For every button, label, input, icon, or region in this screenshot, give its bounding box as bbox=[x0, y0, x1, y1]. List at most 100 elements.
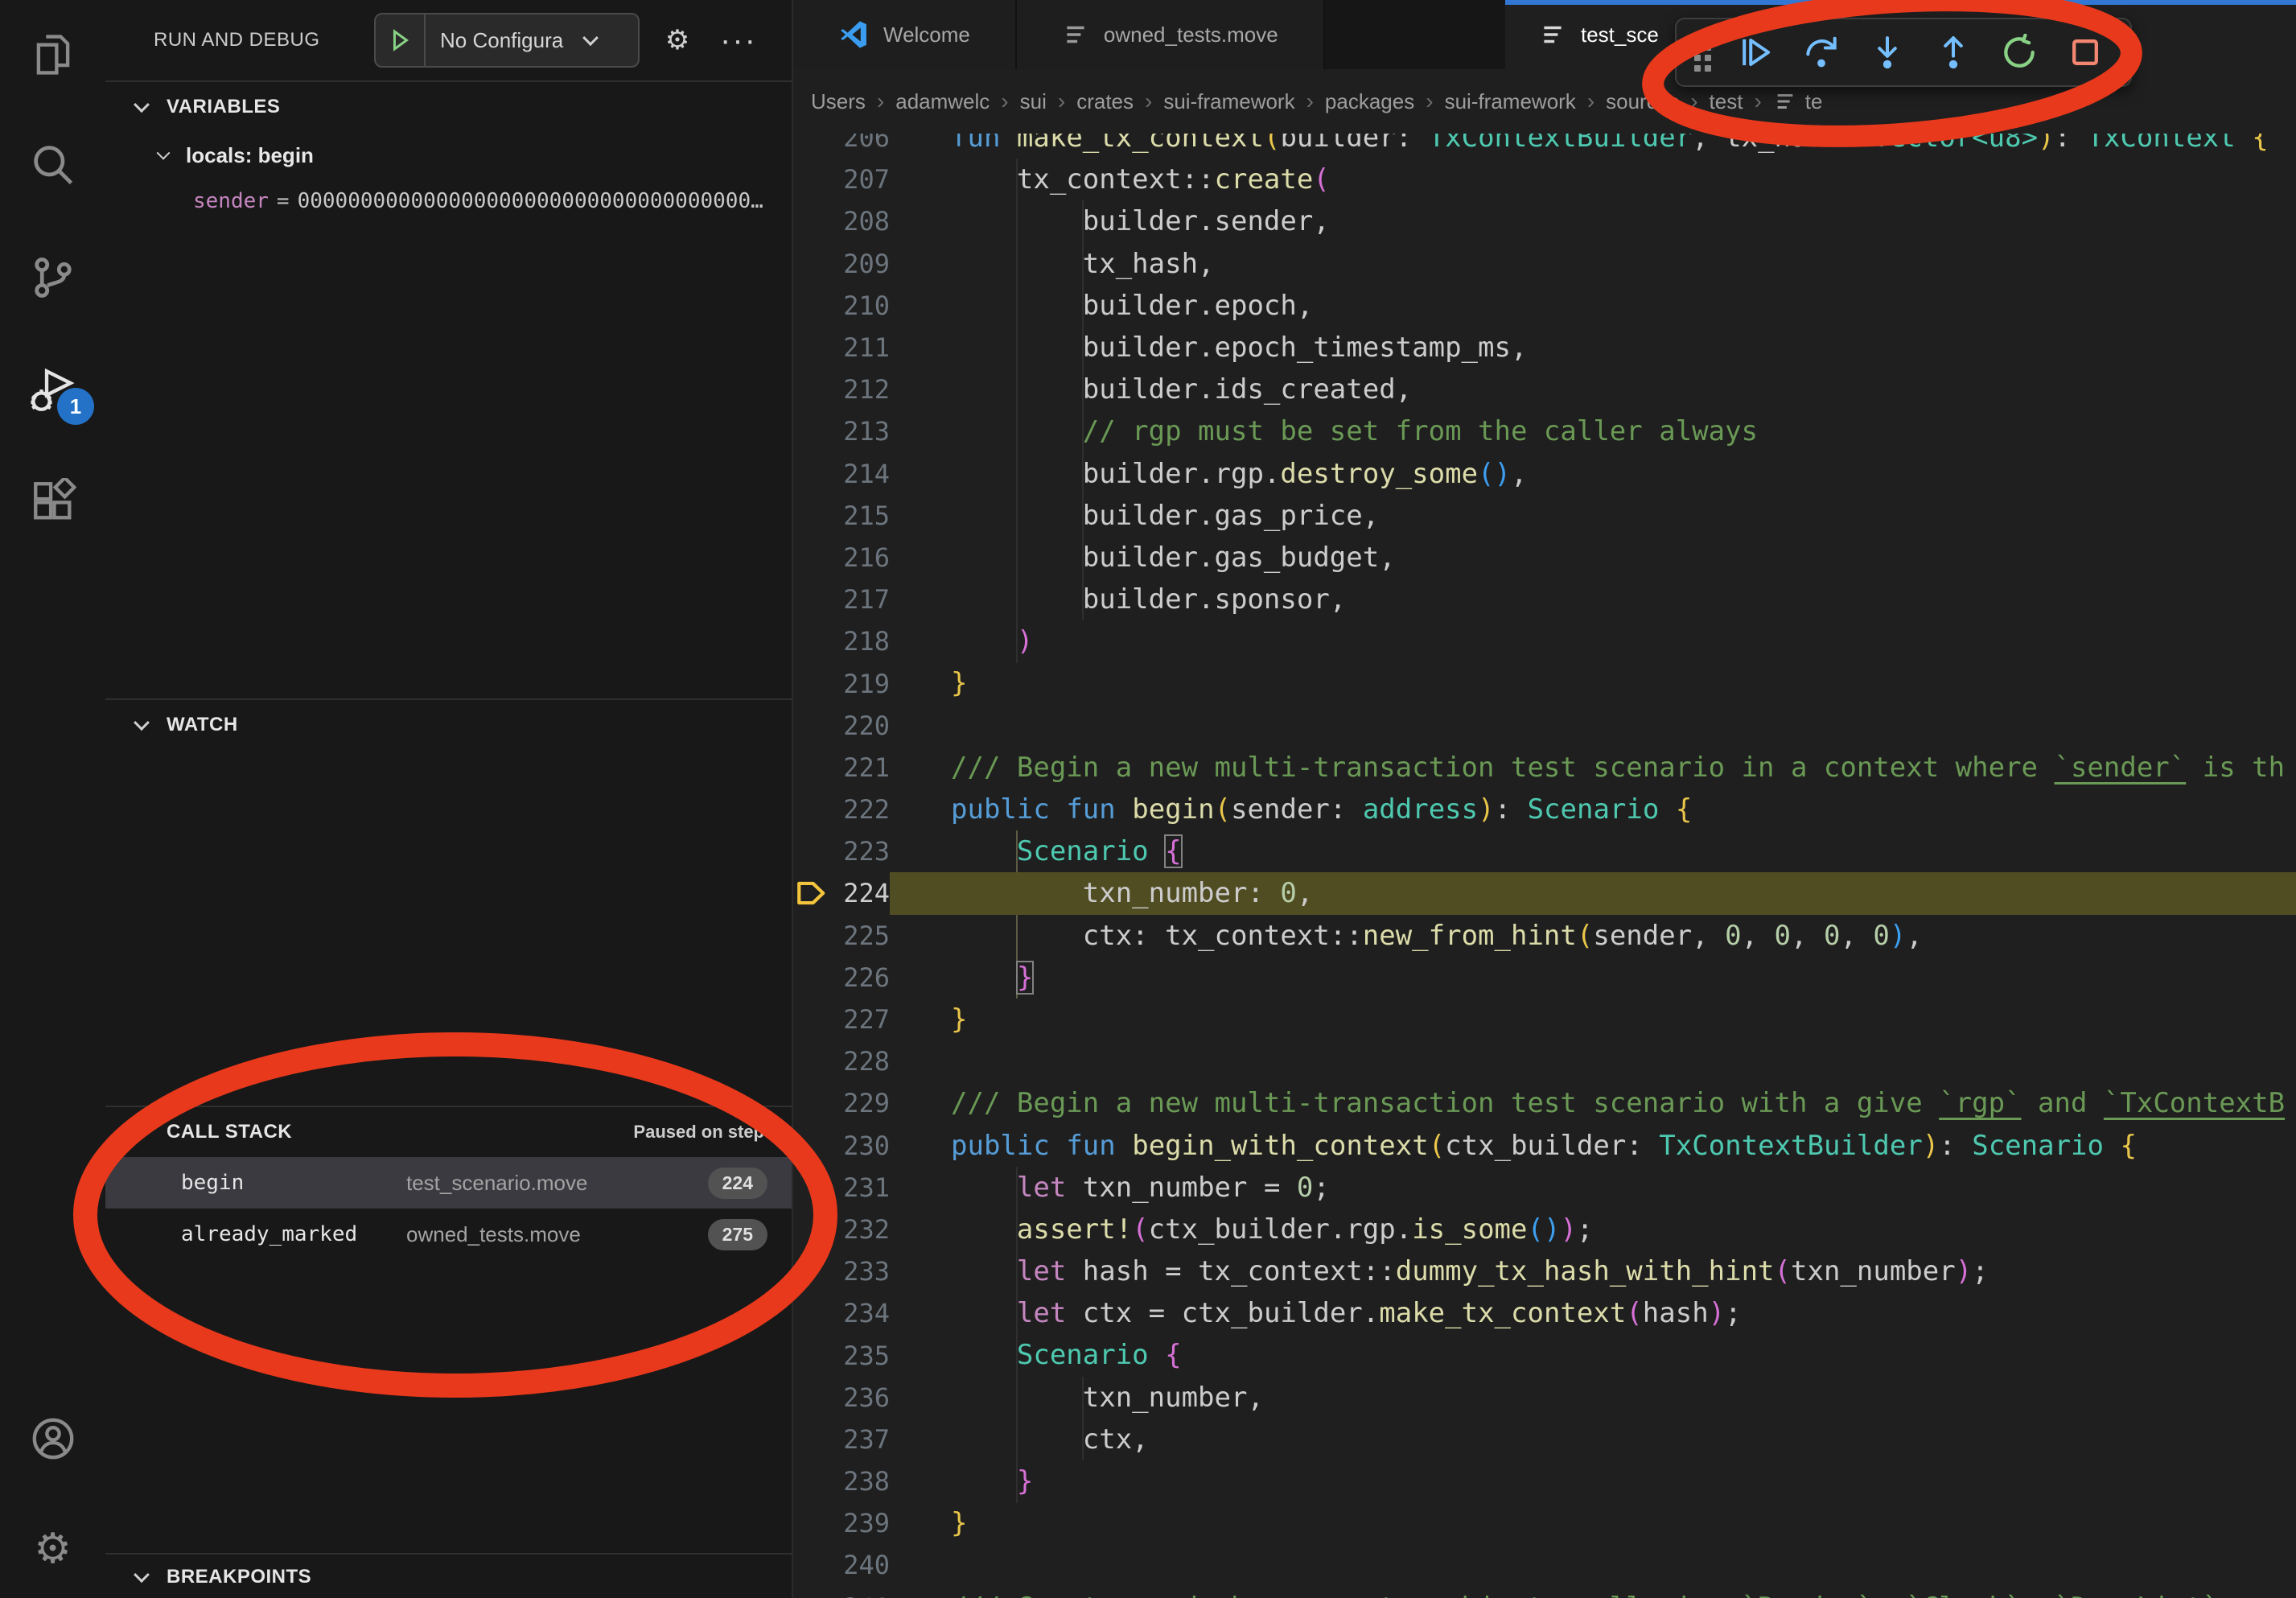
line-number[interactable]: 241 bbox=[793, 1592, 890, 1598]
step-out-button[interactable] bbox=[1920, 24, 1986, 80]
code-line: 211 builder.epoch_timestamp_ms, bbox=[793, 327, 2296, 369]
line-number[interactable]: 216 bbox=[793, 542, 890, 573]
step-over-button[interactable] bbox=[1788, 24, 1854, 80]
line-number[interactable]: 233 bbox=[793, 1256, 890, 1287]
code-text: } bbox=[890, 662, 2296, 704]
line-number[interactable]: 208 bbox=[793, 206, 890, 237]
breadcrumb-item[interactable]: sources bbox=[1606, 89, 1679, 114]
line-number[interactable]: 223 bbox=[793, 836, 890, 867]
line-number[interactable]: 236 bbox=[793, 1382, 890, 1413]
line-number[interactable]: 210 bbox=[793, 290, 890, 321]
code-editor[interactable]: 206fun make_tx_context(builder: TxContex… bbox=[793, 117, 2296, 1598]
call-stack-frame[interactable]: already_markedowned_tests.move275 bbox=[105, 1209, 792, 1260]
explorer-icon[interactable] bbox=[0, 10, 105, 99]
move-file-icon bbox=[1062, 21, 1089, 48]
code-text: /// Creates and shares system objects, a… bbox=[890, 1587, 2296, 1598]
code-text: builder.gas_budget, bbox=[890, 537, 2296, 579]
settings-gear-icon[interactable]: ⚙ bbox=[0, 1505, 105, 1593]
code-text: } bbox=[890, 1502, 2296, 1544]
breadcrumb-item[interactable]: te bbox=[1773, 89, 1823, 114]
run-and-debug-icon[interactable]: 1 bbox=[0, 348, 105, 436]
toolbar-drag-handle[interactable] bbox=[1694, 34, 1711, 72]
scope-label: locals: begin bbox=[186, 143, 314, 168]
stop-button[interactable] bbox=[2052, 24, 2118, 80]
launch-configuration-dropdown[interactable]: No Configura bbox=[374, 13, 640, 68]
code-line: 209 tx_hash, bbox=[793, 243, 2296, 285]
line-number[interactable]: 211 bbox=[793, 332, 890, 363]
line-number[interactable]: 220 bbox=[793, 710, 890, 741]
line-number[interactable]: 212 bbox=[793, 374, 890, 405]
start-debugging-icon[interactable] bbox=[376, 14, 426, 66]
chevron-down-icon bbox=[134, 715, 150, 731]
activity-bar: 1 ⚙ bbox=[0, 0, 105, 1598]
breadcrumb-item[interactable]: sui bbox=[1020, 89, 1047, 114]
code-text: tx_hash, bbox=[890, 243, 2296, 285]
code-line: 215 builder.gas_price, bbox=[793, 495, 2296, 537]
tab-owned-tests[interactable]: owned_tests.move bbox=[1017, 0, 1325, 69]
breadcrumb-item[interactable]: crates bbox=[1076, 89, 1134, 114]
breadcrumb-item[interactable]: sui-framework bbox=[1445, 89, 1576, 114]
views-more-actions-icon[interactable]: ··· bbox=[710, 0, 767, 80]
breakpoints-header[interactable]: BREAKPOINTS bbox=[105, 1555, 792, 1598]
search-icon[interactable] bbox=[0, 121, 105, 209]
line-number[interactable]: 215 bbox=[793, 500, 890, 531]
line-number[interactable]: 227 bbox=[793, 1004, 890, 1035]
variables-header[interactable]: VARIABLES bbox=[105, 82, 792, 132]
watch-header[interactable]: WATCH bbox=[105, 700, 792, 750]
code-text: builder.gas_price, bbox=[890, 495, 2296, 537]
vscode-window: 1 ⚙ RUN AND DEBUG No bbox=[0, 0, 2296, 1598]
breadcrumb-item[interactable]: adamwelc bbox=[895, 89, 990, 114]
restart-button[interactable] bbox=[1986, 24, 2052, 80]
code-line: 240 bbox=[793, 1544, 2296, 1586]
tab-welcome[interactable]: Welcome bbox=[793, 0, 1017, 69]
extensions-icon[interactable] bbox=[0, 457, 105, 546]
debug-settings-gear-icon[interactable]: ⚙ bbox=[649, 0, 706, 80]
line-number[interactable]: 221 bbox=[793, 752, 890, 783]
line-number[interactable]: 230 bbox=[793, 1131, 890, 1161]
step-into-button[interactable] bbox=[1854, 24, 1920, 80]
call-stack-frame[interactable]: begintest_scenario.move224 bbox=[105, 1157, 792, 1209]
breadcrumb-item[interactable]: sui-framework bbox=[1163, 89, 1294, 114]
continue-button[interactable] bbox=[1722, 24, 1788, 80]
breadcrumb-item[interactable]: packages bbox=[1325, 89, 1414, 114]
code-text: } bbox=[890, 999, 2296, 1040]
call-stack-label: CALL STACK bbox=[167, 1121, 292, 1143]
account-icon[interactable] bbox=[0, 1394, 105, 1483]
line-number[interactable]: 225 bbox=[793, 920, 890, 951]
line-number[interactable]: 237 bbox=[793, 1424, 890, 1455]
code-text: } bbox=[890, 957, 2296, 999]
line-number[interactable]: 214 bbox=[793, 459, 890, 489]
line-number[interactable]: 235 bbox=[793, 1341, 890, 1371]
breadcrumb-separator: › bbox=[866, 89, 895, 114]
line-number[interactable]: 207 bbox=[793, 164, 890, 195]
line-number[interactable]: 213 bbox=[793, 416, 890, 447]
code-line: 226 } bbox=[793, 957, 2296, 999]
line-number[interactable]: 239 bbox=[793, 1508, 890, 1538]
line-number[interactable]: 226 bbox=[793, 962, 890, 993]
call-stack-header[interactable]: CALL STACK Paused on step bbox=[105, 1107, 792, 1157]
line-number[interactable]: 222 bbox=[793, 794, 890, 825]
line-number[interactable]: 240 bbox=[793, 1550, 890, 1580]
variable-row[interactable]: sender = 0000000000000000000000000000000… bbox=[105, 179, 792, 224]
move-file-icon bbox=[1539, 21, 1566, 48]
source-control-icon[interactable] bbox=[0, 233, 105, 322]
line-number[interactable]: 232 bbox=[793, 1214, 890, 1245]
breakpoints-section: BREAKPOINTS bbox=[105, 1553, 792, 1598]
line-number[interactable]: 234 bbox=[793, 1298, 890, 1328]
chevron-down-icon bbox=[134, 1122, 150, 1138]
breadcrumb-separator: › bbox=[1576, 89, 1606, 114]
breadcrumb-item[interactable]: test bbox=[1710, 89, 1743, 114]
line-number[interactable]: 238 bbox=[793, 1466, 890, 1497]
code-line: 232 assert!(ctx_builder.rgp.is_some()); bbox=[793, 1209, 2296, 1250]
code-line: 214 builder.rgp.destroy_some(), bbox=[793, 453, 2296, 495]
line-number[interactable]: 209 bbox=[793, 249, 890, 279]
scope-row[interactable]: locals: begin bbox=[105, 132, 792, 179]
line-number[interactable]: 229 bbox=[793, 1088, 890, 1118]
line-number[interactable]: 231 bbox=[793, 1172, 890, 1203]
breadcrumb-item[interactable]: Users bbox=[811, 89, 866, 114]
line-number[interactable]: 217 bbox=[793, 584, 890, 615]
line-number[interactable]: 219 bbox=[793, 669, 890, 699]
line-number[interactable]: 228 bbox=[793, 1046, 890, 1077]
line-number[interactable]: 218 bbox=[793, 626, 890, 657]
code-text: Scenario { bbox=[890, 830, 2296, 872]
